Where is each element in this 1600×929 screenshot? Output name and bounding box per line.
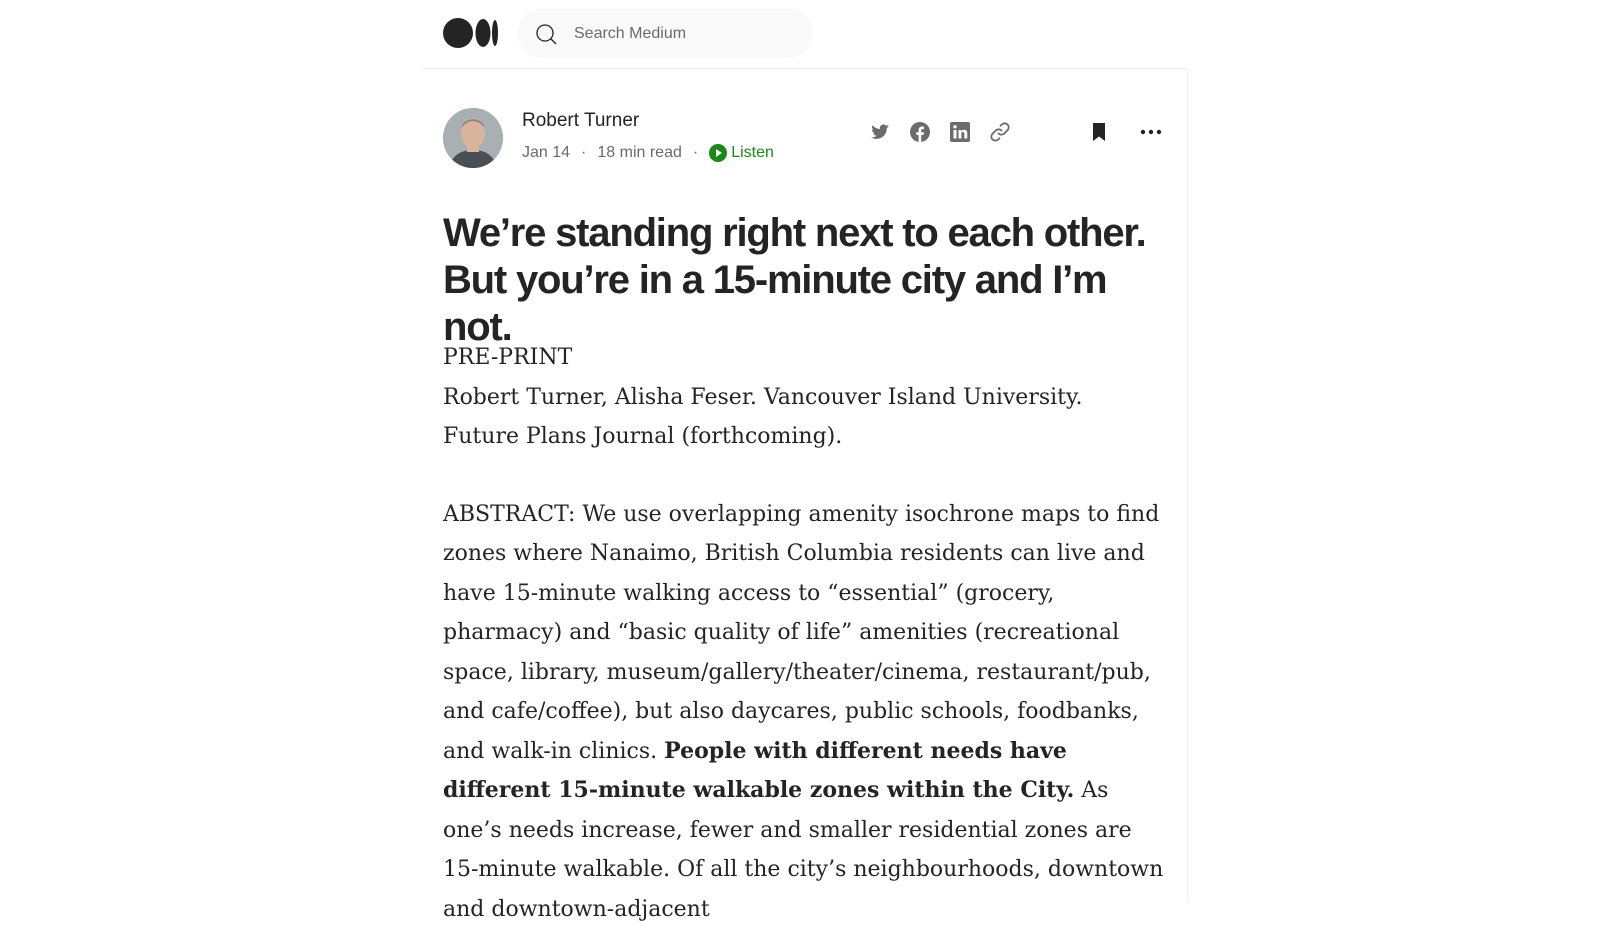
more-options-icon[interactable] xyxy=(1137,120,1165,144)
citation-paragraph: Robert Turner, Alisha Feser. Vancouver I… xyxy=(443,378,1165,457)
listen-button[interactable]: Listen xyxy=(709,144,774,162)
top-navbar xyxy=(420,0,1188,69)
search-input[interactable] xyxy=(572,21,796,47)
article-title-line: We’re standing right next to each other. xyxy=(443,211,1146,255)
article-column: Robert Turner Jan 14 · 18 min read · Lis… xyxy=(420,68,1188,900)
meta-separator: · xyxy=(693,144,698,162)
bookmark-icon[interactable] xyxy=(1087,120,1111,144)
link-icon[interactable] xyxy=(988,120,1012,144)
author-avatar[interactable] xyxy=(443,108,503,168)
abstract-intro: ABSTRACT: We use overlapping amenity iso… xyxy=(443,502,1159,764)
author-name[interactable]: Robert Turner xyxy=(522,110,639,132)
play-icon xyxy=(709,144,727,162)
facebook-icon[interactable] xyxy=(908,120,932,144)
preprint-label: PRE-PRINT xyxy=(443,338,1165,378)
meta-separator: · xyxy=(581,144,586,162)
article-body: PRE-PRINT Robert Turner, Alisha Feser. V… xyxy=(443,338,1165,929)
search-bar[interactable] xyxy=(517,9,813,58)
publish-date: Jan 14 xyxy=(522,144,570,162)
medium-logo-icon[interactable] xyxy=(443,18,499,48)
article-title: We’re standing right next to each other.… xyxy=(443,210,1183,351)
read-time: 18 min read xyxy=(597,144,682,162)
linkedin-icon[interactable] xyxy=(948,120,972,144)
article-title-line: But you’re in a 15-minute city and I’m n… xyxy=(443,258,1106,349)
abstract-paragraph: ABSTRACT: We use overlapping amenity iso… xyxy=(443,495,1165,929)
paragraph-gap xyxy=(443,457,1165,495)
twitter-icon[interactable] xyxy=(868,120,892,144)
article-meta: Jan 14 · 18 min read · Listen xyxy=(522,144,774,162)
listen-label: Listen xyxy=(731,144,774,162)
share-icons xyxy=(868,120,1028,144)
search-icon xyxy=(534,22,558,46)
